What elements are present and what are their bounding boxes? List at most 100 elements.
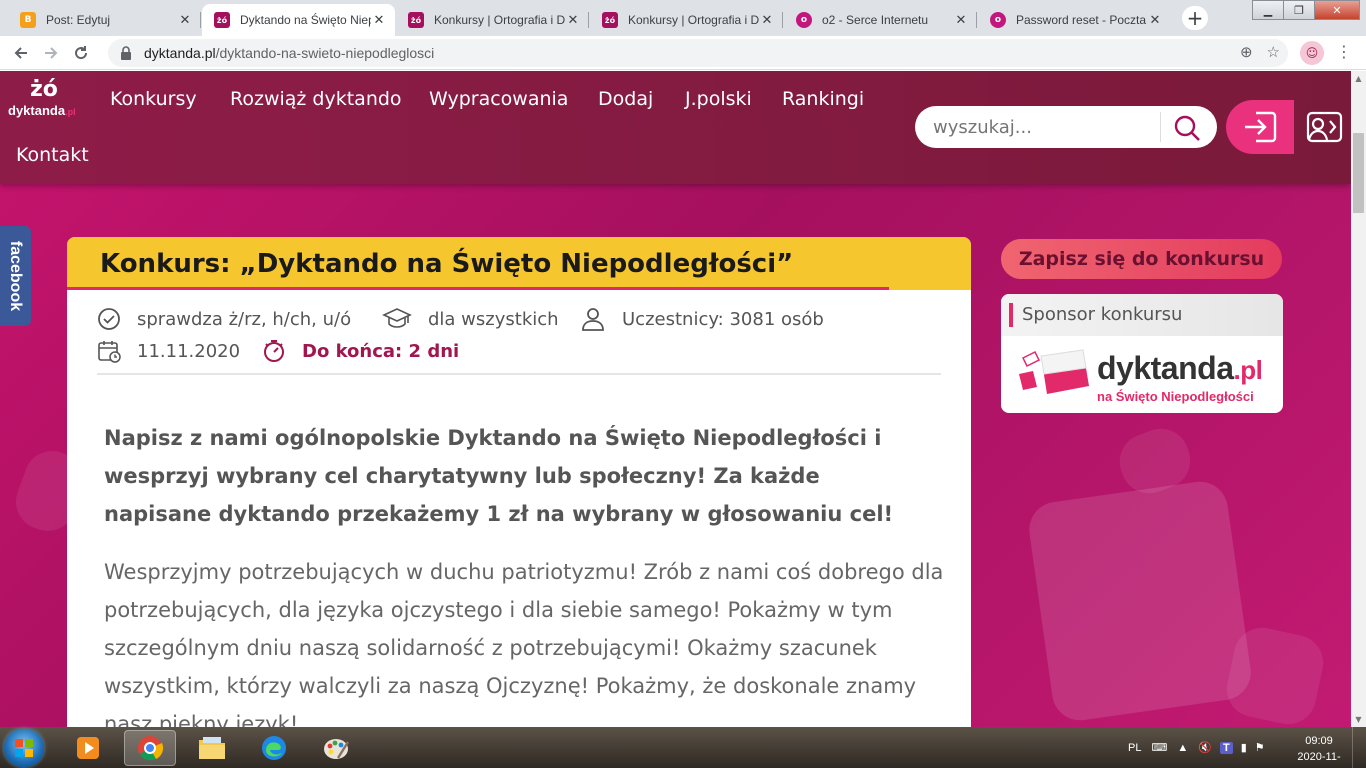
login-button[interactable]	[1226, 100, 1294, 154]
language-indicator[interactable]: PL	[1128, 742, 1141, 754]
system-tray: PL ⌨ ▲ 🔇 T ▮ ⚑	[1128, 727, 1265, 768]
dyktanda-favicon-icon: żó	[408, 12, 424, 28]
tab-title: Konkursy | Ortografia i Dyktanda	[434, 13, 565, 27]
join-contest-button[interactable]: Zapisz się do konkursu	[1001, 239, 1282, 279]
divider	[97, 373, 941, 375]
close-tab-icon[interactable]: ✕	[1147, 13, 1163, 28]
o2-favicon-icon: o	[990, 12, 1006, 28]
flag-icon[interactable]: ⚑	[1255, 741, 1265, 754]
bookmark-star-icon[interactable]: ☆	[1267, 43, 1280, 61]
keyboard-icon[interactable]: ⌨	[1151, 741, 1167, 754]
contest-lead: Napisz z nami ogólnopolskie Dyktando na …	[104, 426, 894, 526]
menu-icon[interactable]: ⋮	[1334, 42, 1354, 64]
contest-card: Konkurs: „Dyktando na Święto Niepodległo…	[67, 237, 971, 727]
sponsor-heading-bar: Sponsor konkursu	[1001, 294, 1283, 336]
scroll-thumb[interactable]	[1353, 133, 1364, 213]
close-tab-icon[interactable]: ✕	[759, 13, 775, 28]
browser-tab-strip: B Post: Edytuj ✕ żó Dyktando na Święto N…	[0, 0, 1366, 36]
flag-ribbon-icon	[1019, 349, 1089, 394]
minimize-icon[interactable]: ▁	[1252, 0, 1284, 20]
checks-text: sprawdza ż/rz, h/ch, u/ó	[137, 308, 352, 330]
window-close-icon[interactable]: ✕	[1314, 0, 1360, 20]
close-tab-icon[interactable]: ✕	[953, 13, 969, 28]
start-button[interactable]	[4, 729, 44, 767]
meta-checks: sprawdza ż/rz, h/ch, u/ó	[97, 307, 351, 331]
tray-expand-icon[interactable]: ▲	[1177, 742, 1188, 754]
nav-rankingi[interactable]: Rankingi	[782, 88, 864, 110]
add-icon[interactable]: ⊕	[1240, 43, 1253, 61]
contest-title-bar: Konkurs: „Dyktando na Święto Niepodległo…	[67, 237, 971, 290]
deadline-text: Do końca: 2 dni	[302, 340, 460, 362]
maximize-icon[interactable]: ❐	[1283, 0, 1315, 20]
site-header: żó dyktanda.pl Konkursy Rozwiąż dyktando…	[0, 71, 1351, 184]
calendar-icon	[98, 341, 121, 363]
forward-icon[interactable]	[36, 38, 66, 68]
teams-icon[interactable]: T	[1219, 741, 1233, 754]
scroll-up-icon[interactable]: ▲	[1351, 71, 1366, 86]
web-page: żó dyktanda.pl Konkursy Rozwiąż dyktando…	[0, 71, 1351, 727]
nav-kontakt[interactable]: Kontakt	[16, 144, 89, 166]
login-icon	[1245, 111, 1277, 143]
screen: B Post: Edytuj ✕ żó Dyktando na Święto N…	[0, 0, 1366, 768]
tab-password-reset[interactable]: o Password reset - Poczta o2 ✕	[978, 4, 1171, 36]
meta-audience: dla wszystkich	[382, 307, 559, 331]
network-icon[interactable]: ▮	[1241, 741, 1247, 754]
windows-logo-icon	[15, 739, 33, 757]
logo-mark: żó	[30, 77, 58, 102]
taskbar-clock[interactable]: 09:09 2020-11-10	[1296, 733, 1342, 768]
clock-time: 09:09	[1305, 735, 1333, 747]
nav-rozwiaz-dyktando[interactable]: Rozwiąż dyktando	[230, 88, 402, 110]
show-desktop-button[interactable]	[1352, 727, 1366, 768]
tab-title: Konkursy | Ortografia i Dyktanda	[628, 13, 759, 27]
site-logo[interactable]: żó dyktanda.pl	[8, 77, 90, 121]
tab-konkursy-2[interactable]: żó Konkursy | Ortografia i Dyktanda ✕	[590, 4, 783, 36]
paint-icon[interactable]	[310, 730, 362, 766]
nav-wypracowania[interactable]: Wypracowania	[429, 88, 568, 110]
clock-date: 2020-11-10	[1297, 751, 1341, 768]
profile-avatar[interactable]: ☺	[1300, 41, 1324, 65]
scroll-down-icon[interactable]: ▼	[1351, 712, 1366, 727]
tab-title: Post: Edytuj	[46, 13, 111, 27]
close-tab-icon[interactable]: ✕	[371, 13, 387, 28]
register-button[interactable]	[1294, 100, 1351, 154]
nav-dodaj[interactable]: Dodaj	[598, 88, 653, 110]
file-explorer-icon[interactable]	[186, 730, 238, 766]
new-tab-button[interactable]: +	[1182, 6, 1208, 30]
address-bar[interactable]: dyktanda.pl/dyktando-na-swieto-niepodleg…	[108, 39, 1288, 67]
blogger-icon: B	[20, 12, 36, 28]
edge-icon[interactable]	[248, 730, 300, 766]
contest-body: Wesprzyjmy potrzebujących w duchu patrio…	[104, 560, 944, 727]
media-player-icon[interactable]	[62, 730, 114, 766]
nav-j-polski[interactable]: J.polski	[685, 88, 752, 110]
date-text: 11.11.2020	[137, 340, 241, 362]
search-input[interactable]	[933, 116, 1153, 138]
sponsor-box[interactable]: Sponsor konkursu dyktanda.pl na Święto N…	[1001, 294, 1283, 413]
tab-konkursy-1[interactable]: żó Konkursy | Ortografia i Dyktanda ✕	[396, 4, 589, 36]
close-tab-icon[interactable]: ✕	[177, 13, 193, 28]
participants-text: Uczestnicy: 3081 osób	[622, 308, 824, 330]
sponsor-brand: dyktanda.pl	[1097, 350, 1263, 386]
check-circle-icon	[98, 308, 120, 330]
tab-dyktando-active[interactable]: żó Dyktando na Święto Niepodległości ✕	[202, 4, 395, 36]
nav-konkursy[interactable]: Konkursy	[110, 88, 197, 110]
reload-icon[interactable]	[66, 38, 96, 68]
search-icon[interactable]	[1173, 114, 1201, 142]
facebook-label: facebook	[7, 240, 25, 312]
tab-o2-serce[interactable]: o o2 - Serce Internetu ✕	[784, 4, 977, 36]
lock-icon[interactable]	[120, 46, 134, 60]
page-scrollbar[interactable]: ▲ ▼	[1351, 71, 1366, 727]
chrome-icon[interactable]	[124, 730, 176, 766]
back-icon[interactable]	[6, 38, 36, 68]
stopwatch-icon	[264, 340, 284, 362]
tab-title: Password reset - Poczta o2	[1016, 13, 1147, 27]
close-tab-icon[interactable]: ✕	[565, 13, 581, 28]
url-host: dyktanda.pl	[144, 45, 216, 61]
graduation-cap-icon	[382, 308, 412, 328]
tab-post-edytuj[interactable]: B Post: Edytuj ✕	[8, 4, 201, 36]
tab-title: o2 - Serce Internetu	[822, 13, 929, 27]
taskbar: PL ⌨ ▲ 🔇 T ▮ ⚑ 09:09 2020-11-10	[0, 727, 1366, 768]
o2-favicon-icon: o	[796, 12, 812, 28]
facebook-side-tab[interactable]: facebook	[0, 226, 31, 326]
dyktanda-favicon-icon: żó	[602, 12, 618, 28]
volume-icon[interactable]: 🔇	[1198, 741, 1212, 754]
